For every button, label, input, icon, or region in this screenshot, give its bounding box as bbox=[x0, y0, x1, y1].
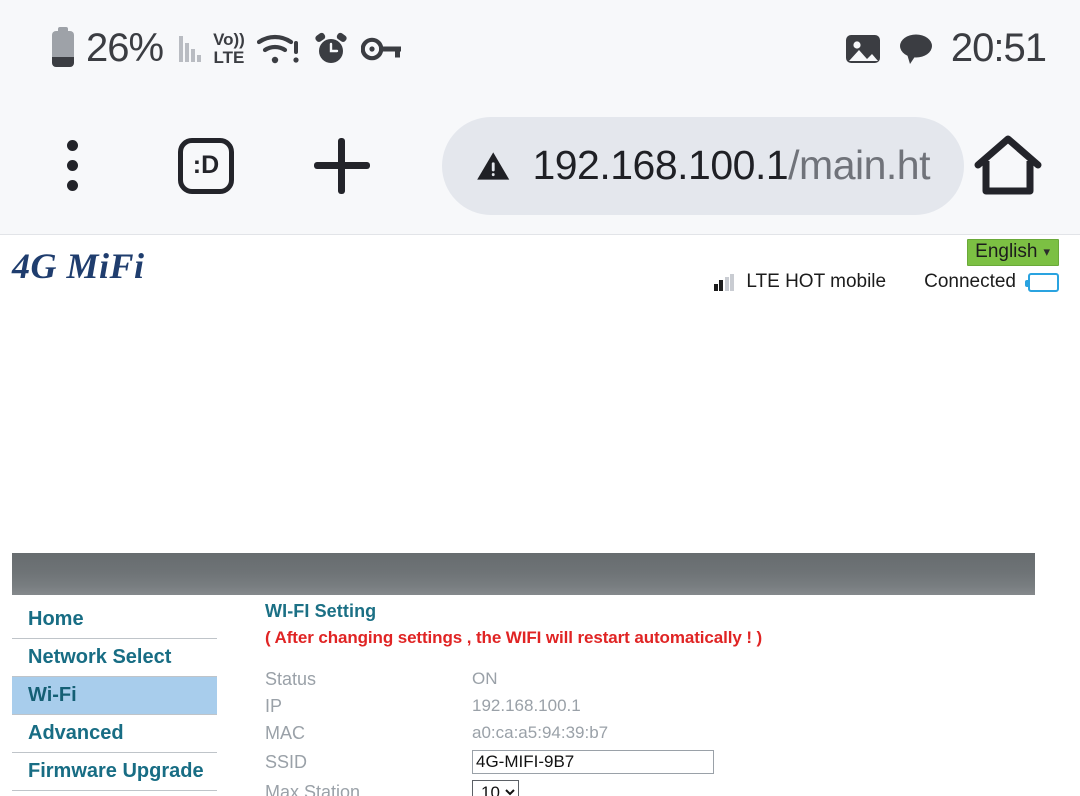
main-content: WI-FI Setting ( After changing settings … bbox=[265, 601, 1080, 796]
wifi-warning-icon bbox=[256, 34, 299, 63]
connection-status-group: LTE HOT mobile Connected bbox=[713, 271, 1059, 293]
status-value: ON bbox=[472, 669, 498, 688]
row-ip: IP 192.168.100.1 bbox=[265, 693, 1080, 719]
row-ssid: SSID bbox=[265, 749, 1080, 775]
browser-toolbar: :D 192.168.100.1/main.ht bbox=[0, 97, 1080, 235]
sidebar-item-help[interactable]: Help bbox=[12, 791, 217, 796]
url-host: 192.168.100.1 bbox=[532, 142, 789, 188]
status-bar-left-group: 26% Vo)) LTE bbox=[52, 26, 403, 71]
sidebar-item-advanced[interactable]: Advanced bbox=[12, 715, 217, 753]
connection-state-label: Connected bbox=[924, 271, 1016, 292]
carrier-label: LTE HOT mobile bbox=[746, 271, 887, 292]
volte-line-1: Vo)) bbox=[213, 30, 245, 50]
sidebar-item-firmware-upgrade[interactable]: Firmware Upgrade bbox=[12, 753, 217, 791]
row-status: Status ON bbox=[265, 666, 1080, 692]
sidebar-nav: Home Network Select Wi-Fi Advanced Firmw… bbox=[12, 601, 217, 796]
row-max-station: Max Station 10 bbox=[265, 779, 1080, 796]
home-icon[interactable] bbox=[972, 133, 1044, 199]
overflow-menu-icon[interactable] bbox=[42, 140, 102, 191]
router-logo: 4G MiFi bbox=[12, 246, 145, 286]
ssid-input[interactable] bbox=[472, 750, 714, 774]
language-selector[interactable]: English ▾ bbox=[967, 239, 1059, 266]
max-station-label: Max Station bbox=[265, 781, 361, 796]
signal-bars-icon bbox=[713, 273, 735, 291]
phone-status-bar: 26% Vo)) LTE 20:51 bbox=[0, 0, 1080, 97]
battery-percent-label: 26% bbox=[86, 26, 164, 70]
mac-label: MAC bbox=[265, 722, 305, 743]
max-station-select[interactable]: 10 bbox=[472, 779, 519, 796]
battery-icon bbox=[1025, 272, 1059, 292]
sidebar-item-network-select[interactable]: Network Select bbox=[12, 639, 217, 677]
ssid-label: SSID bbox=[265, 751, 308, 772]
ip-value: 192.168.100.1 bbox=[472, 696, 581, 715]
language-selected-label: English bbox=[975, 241, 1038, 262]
wifi-setting-warning: ( After changing settings , the WIFI wil… bbox=[265, 628, 763, 647]
ip-label: IP bbox=[265, 695, 283, 716]
volte-icon: Vo)) LTE bbox=[213, 31, 245, 66]
wifi-setting-title: WI-FI Setting bbox=[265, 601, 377, 621]
status-bar-clock: 20:51 bbox=[950, 26, 1047, 70]
url-text[interactable]: 192.168.100.1/main.ht bbox=[532, 142, 930, 189]
url-path: /main.ht bbox=[788, 142, 930, 188]
router-page-header: 4G MiFi English ▾ LTE HOT mobile Connect… bbox=[0, 235, 1080, 307]
sidebar-item-wi-fi[interactable]: Wi-Fi bbox=[12, 677, 217, 715]
battery-low-icon bbox=[52, 26, 74, 67]
header-divider-bar bbox=[12, 553, 1035, 595]
image-notification-icon bbox=[845, 34, 880, 63]
chat-bubble-icon bbox=[899, 34, 932, 64]
alarm-clock-icon bbox=[315, 32, 347, 63]
router-admin-page: 4G MiFi English ▾ LTE HOT mobile Connect… bbox=[0, 235, 1080, 796]
cellular-signal-icon bbox=[179, 35, 202, 62]
tab-switcher-button[interactable]: :D bbox=[178, 137, 234, 194]
row-mac: MAC a0:ca:a5:94:39:b7 bbox=[265, 720, 1080, 746]
chevron-down-icon: ▾ bbox=[1043, 244, 1050, 259]
plus-icon[interactable] bbox=[314, 137, 370, 194]
status-label: Status bbox=[265, 668, 317, 689]
status-bar-right-group: 20:51 bbox=[845, 26, 1047, 71]
sidebar-item-home[interactable]: Home bbox=[12, 601, 217, 639]
volte-line-2: LTE bbox=[213, 47, 245, 67]
url-bar[interactable]: 192.168.100.1/main.ht bbox=[442, 116, 964, 215]
not-secure-warning-icon[interactable] bbox=[476, 140, 510, 192]
mac-value: a0:ca:a5:94:39:b7 bbox=[472, 723, 609, 742]
key-icon bbox=[360, 37, 401, 60]
